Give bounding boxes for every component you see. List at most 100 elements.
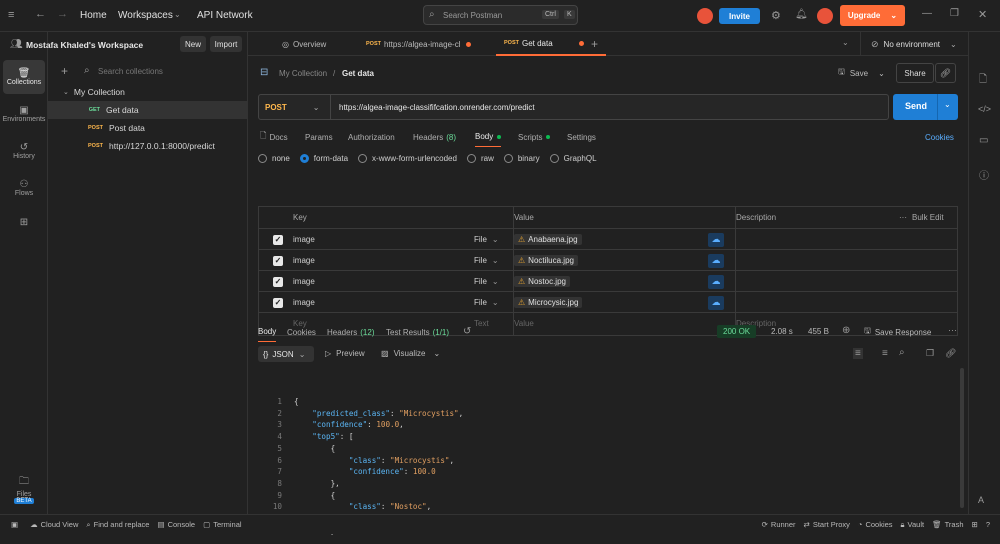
- share-button[interactable]: Share: [896, 63, 934, 83]
- trash-button[interactable]: 🗑︎ Trash: [932, 520, 963, 529]
- back-arrow-icon[interactable]: ←: [35, 8, 46, 20]
- upload-button[interactable]: ☁: [708, 292, 724, 313]
- home-link[interactable]: Home: [80, 10, 107, 21]
- link-icon[interactable]: 🔗︎: [935, 63, 956, 83]
- minimize-icon[interactable]: —: [922, 8, 932, 19]
- row-key[interactable]: image: [293, 271, 315, 292]
- tab-test-results[interactable]: Test Results (1/1): [386, 322, 449, 342]
- cloud-view-button[interactable]: ☁ Cloud View: [30, 520, 78, 529]
- type-select[interactable]: File ⌄: [474, 292, 499, 313]
- workspace-name[interactable]: Mostafa Khaled's Workspace: [26, 40, 143, 50]
- ai-icon[interactable]: A: [978, 495, 984, 505]
- tree-item-post-data[interactable]: POST Post data: [48, 119, 248, 137]
- gear-icon[interactable]: ⚙: [771, 9, 781, 22]
- console-button[interactable]: ▤ Console: [157, 520, 195, 529]
- upload-button[interactable]: ☁: [708, 250, 724, 271]
- save-button[interactable]: 🖫︎ Save ⌄: [838, 66, 885, 80]
- rail-history[interactable]: ↺ History: [3, 134, 45, 168]
- rail-flows[interactable]: ⚇ Flows: [3, 171, 45, 205]
- globe-icon[interactable]: ⊕: [842, 325, 850, 336]
- file-chip[interactable]: ⚠ Microcysic.jpg: [514, 292, 583, 313]
- row-key[interactable]: image: [293, 250, 315, 271]
- tab-settings[interactable]: Settings: [567, 127, 596, 147]
- tab-response-headers[interactable]: Headers (12): [327, 322, 374, 342]
- workspaces-menu[interactable]: Workspaces: [118, 10, 173, 21]
- wrap-lines-icon[interactable]: ≡: [853, 348, 863, 359]
- collection-item[interactable]: ⌄ My Collection: [48, 83, 248, 101]
- tab-response-cookies[interactable]: Cookies: [287, 322, 316, 342]
- row-key[interactable]: image: [293, 292, 315, 313]
- type-select[interactable]: File ⌄: [474, 271, 499, 292]
- copy-icon[interactable]: ❐: [926, 348, 934, 359]
- new-tab-plus-icon[interactable]: +: [591, 37, 598, 51]
- tab-request-1[interactable]: POST https://algea-image-cl: [358, 32, 479, 56]
- menu-icon[interactable]: ≡: [8, 9, 14, 21]
- send-button[interactable]: Send ⌄: [893, 94, 958, 120]
- rail-add[interactable]: ⊞: [3, 210, 45, 234]
- row-key[interactable]: image: [293, 229, 315, 250]
- upgrade-button[interactable]: Upgrade ⌄: [840, 5, 905, 26]
- history-icon[interactable]: ↺: [463, 326, 471, 337]
- maximize-icon[interactable]: ❐: [950, 8, 959, 19]
- comments-icon[interactable]: ▭: [979, 135, 988, 146]
- bulk-edit-button[interactable]: ··· Bulk Edit: [899, 207, 944, 228]
- chevron-down-icon[interactable]: ⌄: [944, 100, 951, 109]
- file-chip[interactable]: ⚠ Anabaena.jpg: [514, 229, 582, 250]
- save-response-button[interactable]: 🖫︎ Save Response: [864, 325, 931, 339]
- layout-icon[interactable]: ⊞: [972, 520, 978, 529]
- tree-item-get-data[interactable]: GET Get data: [48, 101, 248, 119]
- file-chip[interactable]: ⚠ Noctiluca.jpg: [514, 250, 578, 271]
- plus-icon[interactable]: +: [61, 64, 68, 78]
- type-select[interactable]: File ⌄: [474, 250, 499, 271]
- start-proxy-button[interactable]: ⇄ Start Proxy: [804, 520, 850, 529]
- invite-button[interactable]: Invite: [719, 8, 760, 24]
- chevron-down-icon[interactable]: ⌄: [842, 38, 849, 47]
- response-time[interactable]: 2.08 s: [771, 327, 793, 336]
- tab-scripts[interactable]: Scripts: [518, 127, 551, 147]
- row-checkbox[interactable]: ✓: [273, 292, 283, 313]
- new-button[interactable]: New: [180, 36, 206, 52]
- rail-files[interactable]: 🗀 Files BETA: [3, 469, 45, 509]
- collection-search-input[interactable]: Search collections: [98, 67, 163, 76]
- runner-button[interactable]: ⟳ Runner: [762, 520, 796, 529]
- avatar-icon[interactable]: [697, 8, 713, 24]
- more-icon[interactable]: ···: [948, 325, 957, 335]
- radio-none[interactable]: none: [258, 154, 290, 163]
- url-input[interactable]: https://algea-image-classififcation.onre…: [339, 103, 535, 112]
- user-avatar[interactable]: [817, 8, 833, 24]
- type-select[interactable]: File ⌄: [474, 229, 499, 250]
- environment-selector[interactable]: ⊘ No environment ⌄: [860, 32, 968, 56]
- search-input[interactable]: ⌕ Search Postman Ctrl K: [423, 5, 578, 25]
- api-network-link[interactable]: API Network: [197, 10, 253, 21]
- forward-arrow-icon[interactable]: →: [57, 8, 68, 20]
- cookies-link[interactable]: Cookies: [925, 127, 954, 147]
- docs-icon[interactable]: 🗋︎: [979, 72, 987, 89]
- bell-icon[interactable]: 🔔︎: [795, 9, 808, 20]
- preview-button[interactable]: ▷ Preview: [325, 349, 365, 358]
- status-badge[interactable]: 200 OK: [717, 325, 757, 338]
- tab-headers[interactable]: Headers (8): [413, 127, 456, 147]
- tree-item-predict[interactable]: POST http://127.0.0.1:8000/predict: [48, 137, 248, 155]
- find-replace-button[interactable]: ⌕ Find and replace: [86, 520, 149, 530]
- tab-overview[interactable]: ◎ Overview: [274, 32, 334, 56]
- tab-request-2[interactable]: POST Get data: [496, 32, 606, 56]
- upload-button[interactable]: ☁: [708, 271, 724, 292]
- close-icon[interactable]: ✕: [978, 8, 987, 21]
- rail-environments[interactable]: ▣ Environments: [3, 97, 46, 131]
- help-icon[interactable]: ?: [986, 520, 990, 529]
- import-button[interactable]: Import: [210, 36, 242, 52]
- method-select[interactable]: POST ⌄: [259, 95, 331, 119]
- file-chip[interactable]: ⚠ Nostoc.jpg: [514, 271, 570, 292]
- search-icon[interactable]: ⌕: [899, 347, 905, 358]
- cookies-button[interactable]: ◔ Cookies: [858, 520, 893, 529]
- radio-binary[interactable]: binary: [503, 154, 540, 163]
- tab-authorization[interactable]: Authorization: [348, 127, 395, 147]
- row-checkbox[interactable]: ✓: [273, 250, 283, 271]
- tab-body[interactable]: Body: [475, 127, 502, 147]
- radio-raw[interactable]: raw: [466, 154, 494, 163]
- row-checkbox[interactable]: ✓: [273, 229, 283, 250]
- visualize-button[interactable]: ▨ Visualize ⌄: [381, 349, 440, 358]
- radio-form-data[interactable]: form-data: [299, 154, 348, 163]
- breadcrumb-request[interactable]: Get data: [342, 69, 374, 78]
- upload-button[interactable]: ☁: [708, 229, 724, 250]
